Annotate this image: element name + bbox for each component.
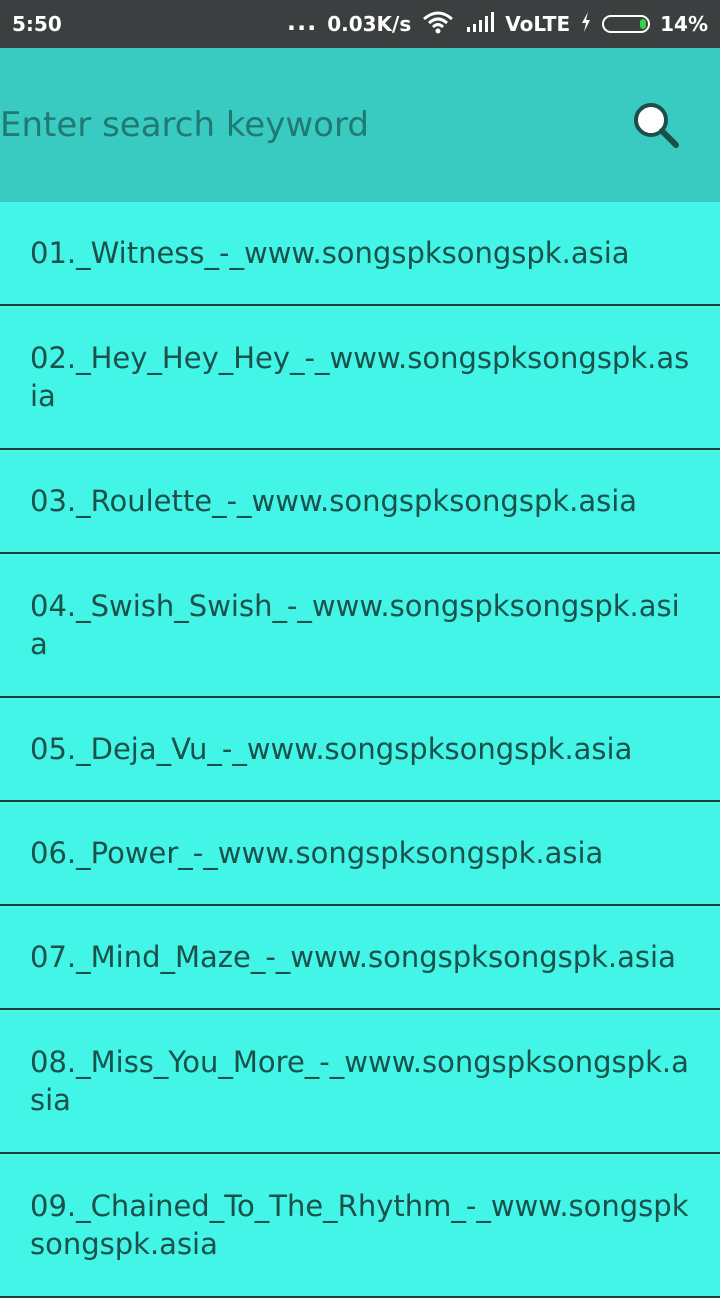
status-time: 5:50 (12, 12, 62, 36)
battery-icon (602, 15, 651, 33)
song-title: 05._Deja_Vu_-_www.songspksongspk.asia (30, 732, 633, 766)
song-title: 02._Hey_Hey_Hey_-_www.songspksongspk.asi… (30, 341, 690, 413)
status-icons: ... 0.03K/s VoLTE 14% (286, 8, 708, 39)
list-item[interactable]: 05._Deja_Vu_-_www.songspksongspk.asia (0, 698, 720, 802)
song-title: 06._Power_-_www.songspksongspk.asia (30, 836, 604, 870)
list-item[interactable]: 01._Witness_-_www.songspksongspk.asia (0, 202, 720, 306)
song-title: 04._Swish_Swish_-_www.songspksongspk.asi… (30, 589, 680, 661)
list-item[interactable]: 03._Roulette_-_www.songspksongspk.asia (0, 450, 720, 554)
more-dots: ... (286, 8, 318, 36)
list-item[interactable]: 07._Mind_Maze_-_www.songspksongspk.asia (0, 906, 720, 1010)
network-speed: 0.03K/s (327, 12, 412, 36)
list-item[interactable]: 09._Chained_To_The_Rhythm_-_www.songspks… (0, 1154, 720, 1298)
status-bar: 5:50 ... 0.03K/s VoLTE 14% (0, 0, 720, 48)
list-item[interactable]: 02._Hey_Hey_Hey_-_www.songspksongspk.asi… (0, 306, 720, 450)
song-list: 01._Witness_-_www.songspksongspk.asia 02… (0, 202, 720, 1298)
list-item[interactable]: 08._Miss_You_More_-_www.songspksongspk.a… (0, 1010, 720, 1154)
song-title: 03._Roulette_-_www.songspksongspk.asia (30, 484, 638, 518)
song-title: 01._Witness_-_www.songspksongspk.asia (30, 236, 630, 270)
song-title: 09._Chained_To_The_Rhythm_-_www.songspks… (30, 1189, 689, 1261)
song-title: 08._Miss_You_More_-_www.songspksongspk.a… (30, 1045, 689, 1117)
network-type: VoLTE (505, 12, 571, 36)
list-item[interactable]: 04._Swish_Swish_-_www.songspksongspk.asi… (0, 554, 720, 698)
search-bar (0, 48, 720, 202)
wifi-icon (421, 10, 455, 39)
list-item[interactable]: 06._Power_-_www.songspksongspk.asia (0, 802, 720, 906)
signal-icon (465, 11, 495, 38)
charging-icon (580, 11, 592, 38)
search-input[interactable] (0, 105, 560, 145)
song-title: 07._Mind_Maze_-_www.songspksongspk.asia (30, 940, 676, 974)
search-icon[interactable] (628, 97, 684, 153)
battery-percent: 14% (660, 12, 708, 36)
